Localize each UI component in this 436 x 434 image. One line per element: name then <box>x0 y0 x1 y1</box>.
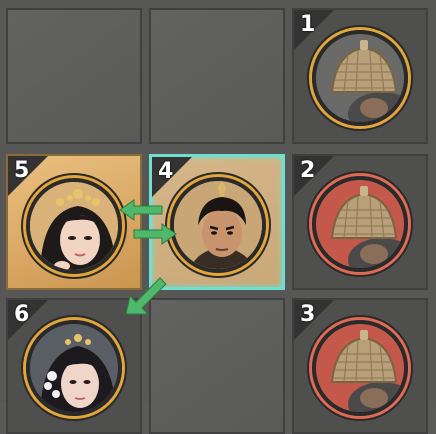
unit-number: 6 <box>14 302 30 327</box>
board-cell-unit-6[interactable]: 6 <box>6 298 142 434</box>
board-cell-empty[interactable] <box>6 8 142 144</box>
helmet-portrait-icon <box>316 180 404 268</box>
board-cell-empty[interactable] <box>149 298 285 434</box>
board-cell-unit-1[interactable]: 1 <box>292 8 428 144</box>
board-cell-unit-3[interactable]: 3 <box>292 298 428 434</box>
unit-token-noblewoman[interactable] <box>26 178 122 274</box>
unit-number: 4 <box>158 159 174 184</box>
board-cell-empty[interactable] <box>149 8 285 144</box>
unit-number: 3 <box>300 302 316 327</box>
unit-number: 1 <box>300 12 316 37</box>
unit-token-male-warrior[interactable] <box>170 177 266 273</box>
unit-token-noblewoman-flowers[interactable] <box>26 320 122 416</box>
helmet-portrait-icon <box>316 324 404 412</box>
unit-number: 2 <box>300 158 316 183</box>
helmet-portrait-icon <box>316 34 404 122</box>
game-board: 1 5 4 2 6 3 <box>0 0 436 434</box>
noblewoman-portrait-icon <box>30 324 118 412</box>
swap-arrows-icon <box>119 199 177 245</box>
board-cell-unit-2[interactable]: 2 <box>292 154 428 290</box>
unit-token-helmeted-soldier[interactable] <box>312 30 408 126</box>
unit-number: 5 <box>14 158 30 183</box>
warrior-portrait-icon <box>174 181 262 269</box>
unit-token-helmeted-soldier-enemy[interactable] <box>312 320 408 416</box>
move-arrow-icon <box>125 277 167 315</box>
noblewoman-portrait-icon <box>30 182 118 270</box>
unit-token-helmeted-soldier-enemy[interactable] <box>312 176 408 272</box>
